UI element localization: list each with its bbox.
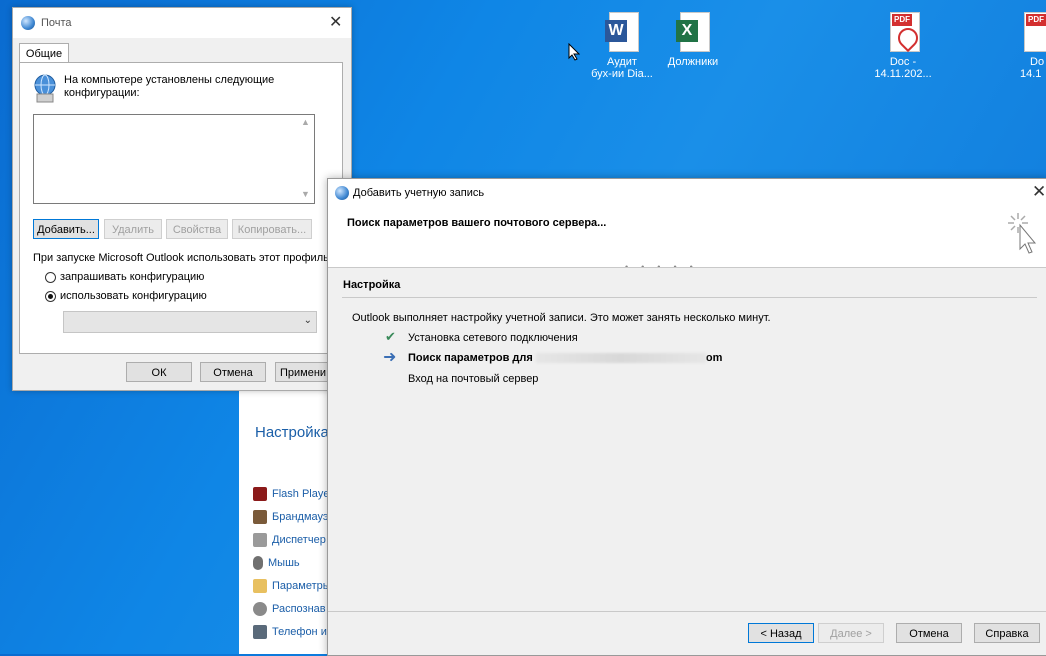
cp-item-speech[interactable]: Распознав <box>253 600 326 618</box>
step-network: Установка сетевого подключения <box>408 332 578 344</box>
microphone-icon <box>253 602 267 616</box>
desktop-icon-label: Do <box>1030 56 1045 68</box>
properties-button[interactable]: Свойства <box>166 219 228 239</box>
desktop-icon-label: Должники <box>667 56 719 68</box>
add-config-button[interactable]: Добавить... <box>33 219 99 239</box>
chevron-down-icon: ⌄ <box>303 315 312 326</box>
desktop-icon-label: 14.11.202... <box>874 68 932 80</box>
radio-ask-label: запрашивать конфигурацию <box>60 271 205 283</box>
help-button[interactable]: Справка <box>974 623 1040 643</box>
add-account-dialog: Добавить учетную запись ✕ Поиск параметр… <box>327 178 1046 656</box>
mail-title: Почта <box>41 17 72 29</box>
desktop-icon-audit[interactable]: W Аудит бух-ии Dia... <box>585 12 659 80</box>
mouse-cursor-icon <box>568 43 580 61</box>
copy-config-button[interactable]: Копировать... <box>232 219 312 239</box>
device-manager-icon <box>253 533 267 547</box>
mail-titlebar: Почта ✕ <box>13 8 351 38</box>
checkmark-icon: ✔ <box>385 329 396 344</box>
list-scrollbar[interactable]: ▲ ▼ <box>298 115 314 203</box>
mail-globe-icon <box>21 16 35 30</box>
config-select[interactable]: ⌄ <box>63 311 317 333</box>
close-icon[interactable]: ✕ <box>329 15 342 31</box>
firewall-icon <box>253 510 267 524</box>
close-icon[interactable]: ✕ <box>1032 183 1046 200</box>
desktop-icon-doc2[interactable]: PDF Do 14.1 <box>1006 12 1046 80</box>
cp-item-options[interactable]: Параметры <box>253 577 331 595</box>
startup-label: При запуске Microsoft Outlook использова… <box>33 252 329 264</box>
header-text: Поиск параметров вашего почтового сервер… <box>347 217 607 229</box>
cp-item-manager[interactable]: Диспетчер <box>253 531 326 549</box>
pdf-file-icon: PDF <box>1020 12 1046 52</box>
ok-button[interactable]: ОК <box>126 362 192 382</box>
cp-item-firewall[interactable]: Брандмауэ <box>253 508 329 526</box>
phone-icon <box>253 625 267 639</box>
folder-options-icon <box>253 579 267 593</box>
mail-dialog: Почта ✕ Общие На компьютере установлены … <box>12 7 352 391</box>
back-button[interactable]: < Назад <box>748 623 814 643</box>
section-title: Настройка <box>343 279 401 291</box>
next-button[interactable]: Далее > <box>818 623 884 643</box>
delete-config-button[interactable]: Удалить <box>104 219 162 239</box>
add-account-title: Добавить учетную запись <box>353 187 485 199</box>
mail-profile-icon <box>34 74 56 103</box>
cp-item-flash[interactable]: Flash Playe <box>253 485 329 503</box>
desktop-icon-label: Doc - <box>889 56 917 68</box>
mouse-icon <box>253 556 263 570</box>
add-account-titlebar: Добавить учетную запись ✕ <box>328 179 1046 207</box>
desktop-icon-doc1[interactable]: PDF Doc - 14.11.202... <box>866 12 940 80</box>
step-login: Вход на почтовый сервер <box>408 373 539 385</box>
header-separator <box>328 267 1046 268</box>
cancel-button[interactable]: Отмена <box>200 362 266 382</box>
radio-ask-config[interactable] <box>45 272 56 283</box>
control-panel-title: Настройка <box>255 424 329 441</box>
scroll-up-icon[interactable]: ▲ <box>301 117 310 127</box>
footer-separator <box>328 611 1046 612</box>
flash-icon <box>253 487 267 501</box>
tab-general[interactable]: Общие <box>19 43 69 64</box>
intro-text: На компьютере установлены следующие конф… <box>64 74 275 99</box>
radio-use-label: использовать конфигурацию <box>60 290 207 302</box>
excel-file-icon: X <box>676 12 710 52</box>
pdf-file-icon: PDF <box>886 12 923 53</box>
cp-item-phone[interactable]: Телефон и <box>253 623 327 641</box>
arrow-right-icon: ➜ <box>383 349 397 366</box>
configurations-list[interactable]: ▲ ▼ <box>33 114 315 204</box>
desktop-icon-debtors[interactable]: X Должники <box>656 12 730 68</box>
desktop-icon-label: 14.1 <box>1020 68 1042 80</box>
desktop-icon-label: Аудит <box>607 56 637 68</box>
setup-description: Outlook выполняет настройку учетной запи… <box>352 312 771 324</box>
add-account-header: Поиск параметров вашего почтового сервер… <box>328 207 1046 267</box>
wizard-cursor-icon <box>1008 213 1037 254</box>
outlook-globe-icon <box>335 186 349 200</box>
cancel-button[interactable]: Отмена <box>896 623 962 643</box>
word-file-icon: W <box>605 12 639 52</box>
step-search: Поиск параметров для om <box>408 352 723 364</box>
section-separator <box>342 297 1037 298</box>
radio-use-config[interactable] <box>45 291 56 302</box>
cp-item-mouse[interactable]: Мышь <box>253 554 300 572</box>
scroll-down-icon[interactable]: ▼ <box>301 189 310 199</box>
desktop-icon-label: бух-ии Dia... <box>591 68 653 80</box>
redacted-email <box>535 353 706 364</box>
